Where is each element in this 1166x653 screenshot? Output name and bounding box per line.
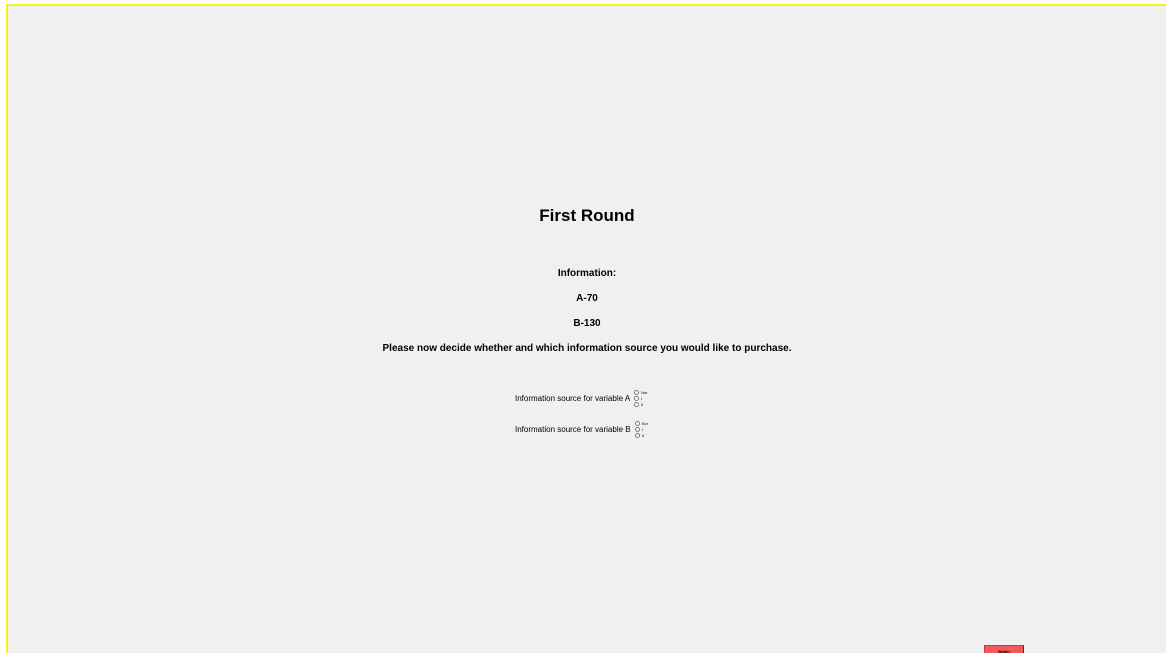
radio-group-variable-a: Nor I II: [634, 389, 648, 407]
radio-group-variable-b: Nor I II: [634, 420, 649, 438]
radio-option-ii[interactable]: II: [634, 401, 647, 407]
radio-option-ii[interactable]: II: [634, 432, 648, 438]
radio-label: Nor: [641, 389, 648, 395]
radio-button[interactable]: [634, 389, 640, 395]
information-heading: Information:: [557, 268, 617, 279]
information-value-b: B-130: [573, 318, 601, 329]
information-value-a: A-70: [576, 293, 598, 304]
question-label: Information source for variable A: [515, 393, 631, 403]
radio-button[interactable]: [634, 426, 640, 432]
radio-label: II: [641, 432, 644, 438]
radio-label: Nor: [641, 420, 649, 426]
question-label: Information source for variable B: [515, 424, 631, 434]
radio-button[interactable]: [634, 401, 640, 407]
radio-button[interactable]: [634, 395, 640, 401]
radio-label: I: [641, 426, 643, 432]
radio-button[interactable]: [634, 432, 640, 438]
question-variable-a: Information source for variable A Nor I …: [515, 387, 648, 409]
page-title: First Round: [539, 206, 635, 225]
question-variable-b: Information source for variable B Nor I …: [515, 418, 648, 440]
radio-button[interactable]: [634, 420, 640, 426]
next-button[interactable]: Weiter: [984, 645, 1024, 653]
round-frame: First Round Information: A-70 B-130 Plea…: [6, 4, 1166, 653]
radio-label: II: [641, 401, 644, 407]
instruction-text: Please now decide whether and which info…: [382, 343, 792, 354]
radio-label: I: [641, 395, 643, 401]
